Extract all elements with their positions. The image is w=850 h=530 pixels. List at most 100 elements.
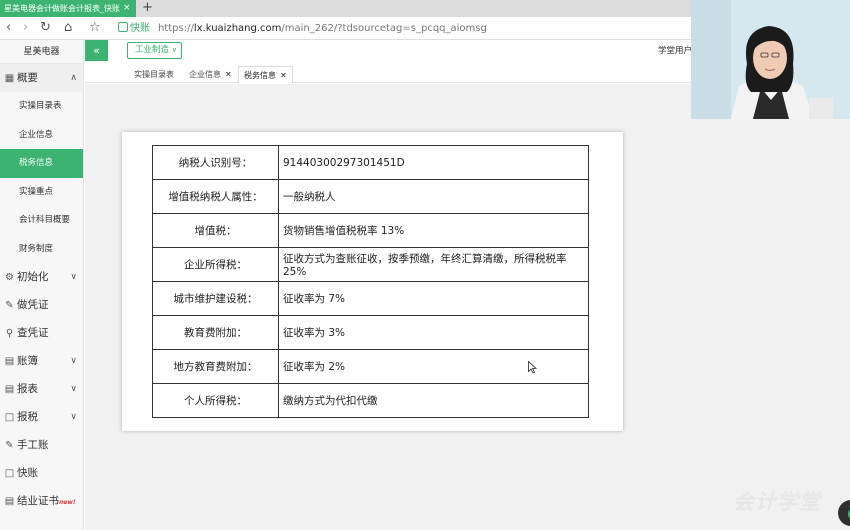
tab-practice-directory[interactable]: 实操目录表 (129, 66, 179, 83)
chevron-down-icon: ∨ (70, 272, 77, 282)
industry-select-value: 工业制造 (135, 45, 170, 55)
document-icon: □ (4, 412, 15, 423)
gear-icon: ⚙ (5, 272, 14, 283)
search-icon: ⚲ (5, 328, 14, 339)
chevron-down-icon: ∨ (171, 46, 177, 54)
page-tab-bar: 实操目录表 企业信息 ✕ 税务信息 ✕ (85, 64, 691, 83)
sidebar-item-company-info[interactable]: 企业信息 (0, 121, 83, 150)
sidebar-group-quick-ledger[interactable]: □ 快账 (0, 459, 83, 487)
url-host: lx.kuaizhang.com (193, 23, 282, 34)
table-row: 城市维护建设税： 征收率为 7% (152, 281, 589, 316)
tax-value: 91440300297301451D (278, 145, 589, 180)
sidebar-group-view-voucher[interactable]: ⚲ 查凭证 (0, 319, 83, 347)
pencil-icon: ✎ (5, 300, 14, 311)
quick-label: 快账 (130, 23, 150, 34)
watermark-logo: 会计学堂 (733, 490, 821, 514)
url-path: /main_262/?tdsourcetag=s_pcqq_aiomsg (281, 23, 487, 34)
sidebar-item-account-summary[interactable]: 会计科目概要 (0, 206, 83, 235)
close-icon[interactable]: ✕ (280, 71, 287, 80)
home-icon[interactable]: ⌂ (64, 20, 72, 36)
url-scheme: https:// (158, 23, 194, 34)
tab-label: 税务信息 (244, 71, 276, 80)
sidebar-group-manual-ledger[interactable]: ✎ 手工账 (0, 431, 83, 459)
chevron-down-icon: ∨ (70, 356, 77, 366)
tax-value: 一般纳税人 (278, 179, 589, 214)
report-icon: ▤ (4, 384, 15, 395)
sidebar-group-ledger[interactable]: ▤ 账簿 ∨ (0, 347, 83, 375)
mouse-cursor-icon (528, 361, 537, 374)
close-icon[interactable]: ✕ (225, 70, 232, 79)
bookmark-star-icon[interactable]: ☆ (89, 20, 101, 36)
tab-label: 实操目录表 (134, 70, 174, 79)
tax-value: 征收率为 7% (278, 281, 589, 316)
sidebar-item-finance-policy[interactable]: 财务制度 (0, 235, 83, 264)
tax-label: 个人所得税： (152, 383, 279, 418)
tax-label: 增值税纳税人属性： (152, 179, 279, 214)
tab-company-info[interactable]: 企业信息 ✕ (184, 66, 237, 83)
back-icon[interactable]: ‹ (6, 20, 11, 36)
table-row: 企业所得税： 征收方式为查账征收，按季预缴，年终汇算清缴，所得税税率 25% (152, 247, 589, 282)
close-tab-icon[interactable]: × (123, 0, 133, 17)
shield-icon (118, 22, 128, 32)
sidebar-group-label: 报表 (17, 383, 38, 395)
sidebar-group-label: 概要 (17, 72, 38, 84)
collapse-sidebar-button[interactable]: « (85, 40, 108, 61)
sidebar-group-label: 结业证书 (17, 495, 59, 507)
chevron-down-icon: ∨ (70, 412, 77, 422)
sidebar-group-label: 报税 (17, 411, 38, 423)
browser-tab-title: 星美电器会计做账会计报表_快账 (4, 4, 120, 13)
sidebar-group-label: 快账 (17, 467, 38, 479)
reload-icon[interactable]: ↻ (40, 20, 51, 36)
new-tab-button[interactable]: + (142, 0, 153, 17)
tax-label: 教育费附加： (152, 315, 279, 350)
sidebar-group-label: 初始化 (17, 271, 49, 283)
sidebar-item-practice-directory[interactable]: 实操目录表 (0, 92, 83, 121)
tax-value: 征收率为 2% (278, 349, 589, 384)
tab-label: 企业信息 (189, 70, 221, 79)
sidebar-group-create-voucher[interactable]: ✎ 做凭证 (0, 291, 83, 319)
tax-value: 征收方式为查账征收，按季预缴，年终汇算清缴，所得税税率 25% (278, 247, 589, 282)
webcam-video (691, 0, 850, 119)
sidebar-group-tax-filing[interactable]: □ 报税 ∨ (0, 403, 83, 431)
sidebar-group-overview[interactable]: ▦ 概要 ∧ (0, 64, 83, 92)
table-row: 地方教育费附加： 征收率为 2% (152, 349, 589, 384)
tab-tax-info[interactable]: 税务信息 ✕ (238, 66, 293, 83)
tax-value: 缴纳方式为代扣代缴 (278, 383, 589, 418)
table-row: 增值税： 货物销售增值税税率 13% (152, 213, 589, 248)
certificate-icon: ▤ (4, 496, 15, 507)
tax-label: 增值税： (152, 213, 279, 248)
industry-select[interactable]: 工业制造 ∨ (127, 42, 182, 59)
chevron-up-icon: ∧ (70, 73, 77, 83)
sidebar: 星美电器 ▦ 概要 ∧ 实操目录表 企业信息 税务信息 实操重点 会计科目概要 财… (0, 40, 84, 530)
sidebar-group-label: 账簿 (17, 355, 38, 367)
tax-value: 货物销售增值税税率 13% (278, 213, 589, 248)
url-field[interactable]: 快账 https://lx.kuaizhang.com/main_262/?tds… (118, 20, 698, 37)
presenter-image (691, 0, 850, 119)
sidebar-item-tax-info[interactable]: 税务信息 (0, 149, 83, 178)
sidebar-group-certificate[interactable]: ▤ 结业证书new! (0, 487, 83, 515)
book-icon: ▤ (4, 356, 15, 367)
table-row: 教育费附加： 征收率为 3% (152, 315, 589, 350)
tax-label: 纳税人识别号： (152, 145, 279, 180)
pencil-icon: ✎ (5, 440, 14, 451)
grid-icon: ▦ (4, 73, 15, 84)
new-badge: new! (59, 499, 76, 506)
sidebar-group-init[interactable]: ⚙ 初始化 ∨ (0, 263, 83, 291)
browser-tab[interactable]: 星美电器会计做账会计报表_快账 (0, 0, 136, 17)
sidebar-group-reports[interactable]: ▤ 报表 ∨ (0, 375, 83, 403)
sidebar-item-key-points[interactable]: 实操重点 (0, 178, 83, 207)
table-row: 个人所得税： 缴纳方式为代扣代缴 (152, 383, 589, 418)
tax-info-table: 纳税人识别号： 91440300297301451D 增值税纳税人属性： 一般纳… (152, 145, 589, 418)
sidebar-group-label: 查凭证 (17, 327, 49, 339)
chevron-down-icon: ∨ (70, 384, 77, 394)
table-row: 纳税人识别号： 91440300297301451D (152, 145, 589, 180)
tax-value: 征收率为 3% (278, 315, 589, 350)
tax-label: 城市维护建设税： (152, 281, 279, 316)
tax-label: 地方教育费附加： (152, 349, 279, 384)
sidebar-group-label: 做凭证 (17, 299, 49, 311)
company-name: 星美电器 (0, 40, 83, 64)
sidebar-group-label: 手工账 (17, 439, 49, 451)
table-row: 增值税纳税人属性： 一般纳税人 (152, 179, 589, 214)
forward-icon[interactable]: › (23, 20, 28, 36)
tax-label: 企业所得税： (152, 247, 279, 282)
